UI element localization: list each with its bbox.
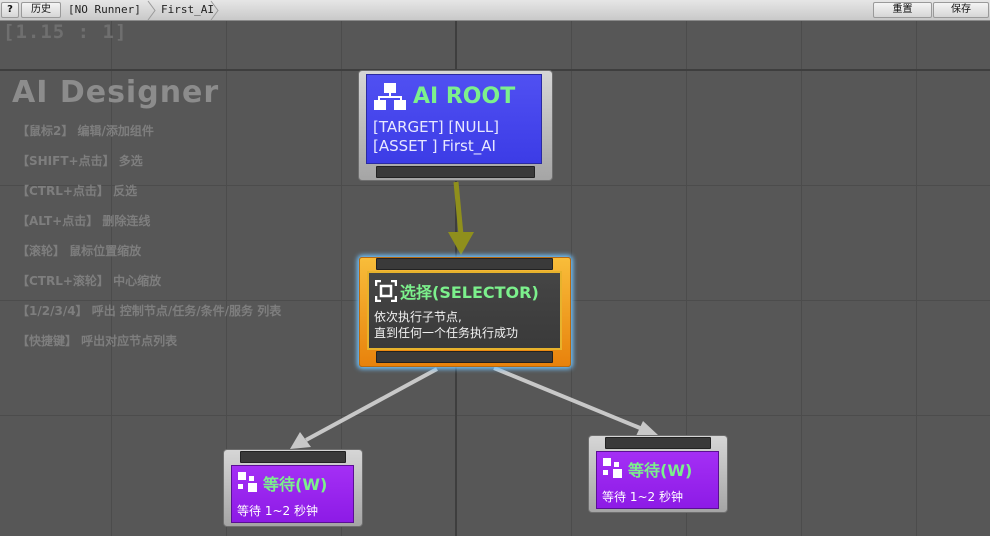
- help-button[interactable]: ?: [1, 2, 19, 18]
- connection-selector-wait-right[interactable]: [493, 366, 658, 436]
- wait-right-title: 等待(W): [628, 461, 693, 480]
- selector-node[interactable]: 选择(SELECTOR) 依次执行子节点, 直到任何一个任务执行成功: [359, 257, 571, 367]
- connection-selector-wait-left[interactable]: [290, 367, 438, 449]
- breadcrumb-runner[interactable]: [NO Runner]: [62, 2, 141, 18]
- wait-left-desc: 等待 1~2 秒钟: [237, 504, 318, 518]
- wait-right-desc: 等待 1~2 秒钟: [602, 490, 683, 504]
- reset-button[interactable]: 重置: [873, 2, 932, 18]
- root-output-port[interactable]: [376, 166, 535, 178]
- wait-node-left-body: 等待(W) 等待 1~2 秒钟: [231, 465, 354, 523]
- selector-output-port[interactable]: [376, 351, 553, 363]
- breadcrumb-separator-icon: [210, 0, 220, 21]
- wait-node-right-body: 等待(W) 等待 1~2 秒钟: [596, 451, 719, 509]
- wait-node-left[interactable]: 等待(W) 等待 1~2 秒钟: [223, 449, 363, 527]
- root-node-body: AI ROOT [TARGET] [NULL] [ASSET ] First_A…: [366, 74, 542, 164]
- wait-node-right[interactable]: 等待(W) 等待 1~2 秒钟: [588, 435, 728, 513]
- selector-node-title: 选择(SELECTOR): [400, 283, 539, 302]
- graph-canvas[interactable]: [1.15 : 1] AI Designer 【鼠标2】 编辑/添加组件 【SH…: [0, 21, 990, 536]
- toolbar: ? 历史 [NO Runner] First_AI 重置 保存: [0, 0, 990, 21]
- selector-icon: [375, 280, 397, 302]
- root-node[interactable]: AI ROOT [TARGET] [NULL] [ASSET ] First_A…: [358, 70, 553, 181]
- wait-right-input-port[interactable]: [605, 437, 711, 449]
- grid-icon: [603, 458, 622, 478]
- selector-node-desc-line1: 依次执行子节点,: [374, 310, 462, 324]
- hierarchy-icon: [374, 83, 406, 110]
- breadcrumb-asset[interactable]: First_AI: [155, 2, 214, 18]
- connection-root-selector[interactable]: [448, 181, 474, 255]
- selector-input-port[interactable]: [376, 258, 553, 270]
- root-node-target: [TARGET] [NULL]: [373, 118, 500, 136]
- root-node-asset: [ASSET ] First_AI: [373, 137, 496, 155]
- wait-left-input-port[interactable]: [240, 451, 346, 463]
- history-button[interactable]: 历史: [21, 2, 61, 18]
- selector-node-body: 选择(SELECTOR) 依次执行子节点, 直到任何一个任务执行成功: [367, 271, 562, 350]
- save-button[interactable]: 保存: [933, 2, 989, 18]
- wait-left-title: 等待(W): [263, 475, 328, 494]
- grid-icon: [238, 472, 257, 492]
- root-node-title: AI ROOT: [413, 84, 516, 109]
- selector-node-desc-line2: 直到任何一个任务执行成功: [374, 326, 519, 340]
